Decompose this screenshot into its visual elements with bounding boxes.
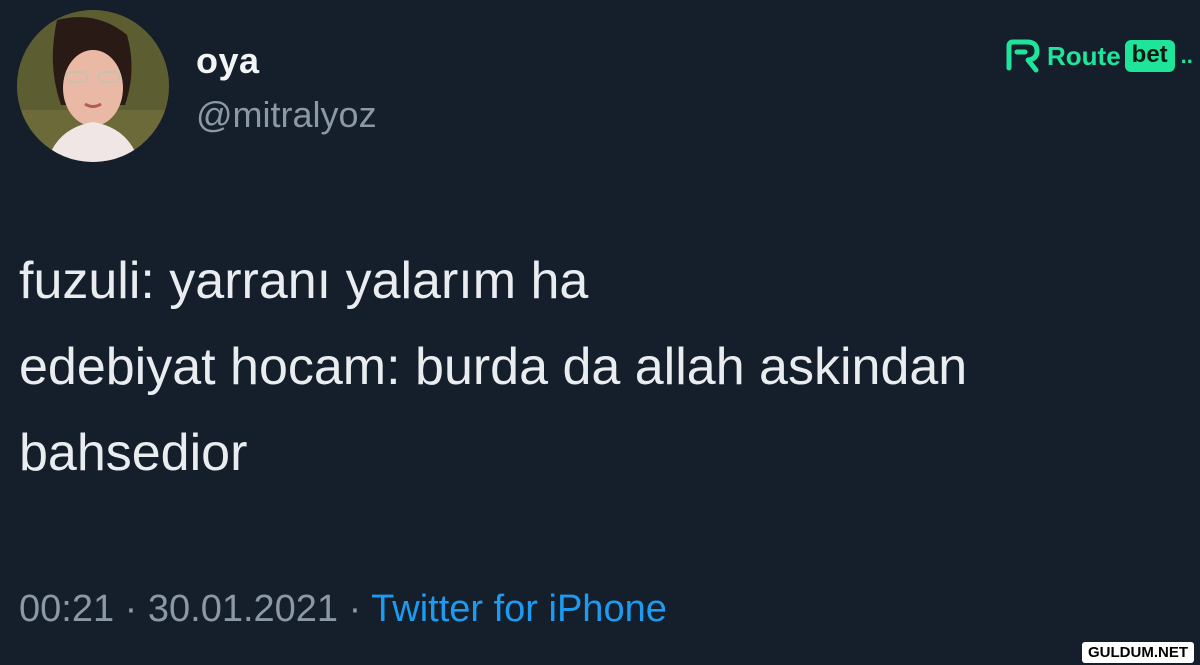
tweet-time[interactable]: 00:21: [19, 588, 114, 630]
display-name[interactable]: oya: [196, 40, 260, 82]
tweet-text: fuzuli: yarranı yalarım ha edebiyat hoca…: [19, 238, 1189, 496]
logo-badge: bet: [1124, 40, 1175, 72]
tweet-source-link[interactable]: Twitter for iPhone: [371, 588, 667, 630]
routebet-logo-icon: [1006, 39, 1040, 73]
tweet-date[interactable]: 30.01.2021: [148, 588, 338, 630]
logo-wordmark: Route: [1047, 40, 1121, 71]
tweet-line: edebiyat hocam: burda da allah askindan: [19, 338, 968, 396]
meta-separator: ·: [348, 588, 362, 630]
tweet-line: fuzuli: yarranı yalarım ha: [19, 252, 589, 310]
logo-dots: ..: [1180, 43, 1193, 68]
tweet-meta: 00:21 · 30.01.2021 · Twitter for iPhone: [19, 588, 667, 631]
tweet-line: bahsedior: [19, 424, 248, 482]
site-watermark: GULDUM.NET: [1082, 642, 1194, 663]
meta-separator: ·: [124, 588, 138, 630]
profile-avatar[interactable]: [17, 10, 169, 162]
user-handle[interactable]: @mitralyoz: [196, 94, 377, 136]
routebet-logo: Route bet ..: [1003, 38, 1193, 74]
